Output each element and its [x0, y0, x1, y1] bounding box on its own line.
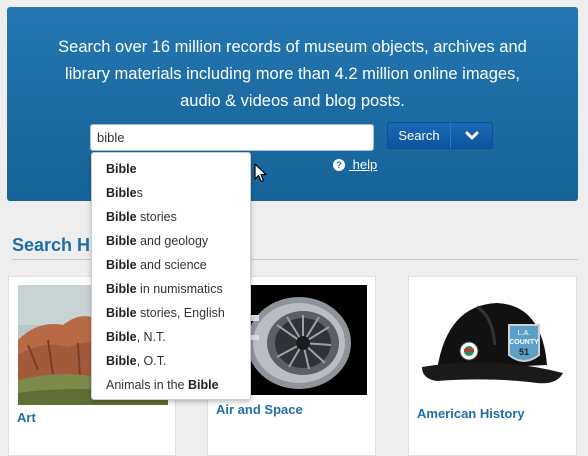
- suggestion-item[interactable]: Bible, O.T.: [92, 349, 250, 373]
- suggestion-rest: stories, English: [136, 306, 225, 320]
- search-button[interactable]: Search: [387, 122, 451, 149]
- card-label-air-and-space[interactable]: Air and Space: [216, 402, 303, 417]
- suggestion-item[interactable]: Bibles: [92, 181, 250, 205]
- search-options-button[interactable]: [450, 122, 493, 149]
- fire-helmet-image: L.A. COUNTY 51: [417, 285, 569, 397]
- suggestion-rest: stories: [136, 210, 177, 224]
- suggestion-item[interactable]: Bible and science: [92, 253, 250, 277]
- help-label: help: [349, 157, 378, 172]
- suggestion-match: Bible: [106, 162, 137, 176]
- suggestion-rest: , O.T.: [136, 354, 167, 368]
- suggestion-match: Bible: [106, 354, 137, 368]
- suggestion-rest: and science: [136, 258, 207, 272]
- mouse-cursor-icon: [254, 163, 267, 183]
- suggestion-match: Bible: [106, 210, 137, 224]
- suggestion-match: Bible: [106, 234, 137, 248]
- helmet-badge-line1: L.A.: [518, 330, 531, 337]
- hero-line-1: Search over 16 million records of museum…: [58, 38, 527, 56]
- suggestion-item[interactable]: Animals in the Bible: [92, 373, 250, 397]
- help-link[interactable]: ? help: [333, 157, 377, 172]
- suggestion-rest: , N.T.: [136, 330, 166, 344]
- suggestion-item[interactable]: Bible and geology: [92, 229, 250, 253]
- search-input[interactable]: bible: [90, 124, 374, 151]
- helmet-badge-line2: COUNTY: [509, 339, 539, 346]
- section-title: Search H: [12, 235, 91, 255]
- helmet-badge-number: 51: [519, 347, 529, 357]
- suggestion-rest: and geology: [136, 234, 209, 248]
- question-circle-icon: ?: [333, 159, 345, 171]
- suggestion-rest: s: [136, 186, 143, 200]
- jet-engine-image: [237, 285, 367, 395]
- suggestion-match: Bible: [106, 186, 137, 200]
- hero-line-2: library materials including more than 4.…: [65, 65, 520, 83]
- suggestion-item[interactable]: Bible in numismatics: [92, 277, 250, 301]
- suggestion-item[interactable]: Bible, N.T.: [92, 325, 250, 349]
- suggestion-match: Bible: [106, 330, 137, 344]
- suggestion-item[interactable]: Bible stories, English: [92, 301, 250, 325]
- suggestion-item[interactable]: Bible stories: [92, 205, 250, 229]
- suggestion-match: Bible: [187, 378, 219, 392]
- suggestion-match: Bible: [106, 258, 137, 272]
- suggestion-match: Bible: [106, 282, 137, 296]
- chevron-down-icon: [465, 131, 479, 140]
- card-american-history[interactable]: L.A. COUNTY 51 American History: [408, 276, 577, 456]
- card-label-american-history[interactable]: American History: [417, 406, 525, 421]
- suggestion-item[interactable]: Bible: [92, 157, 250, 181]
- suggestion-prefix: Animals in the: [106, 378, 188, 392]
- hero-description: Search over 16 million records of museum…: [7, 34, 578, 115]
- suggestion-match: Bible: [106, 306, 137, 320]
- autocomplete-dropdown: Bible Bibles Bible stories Bible and geo…: [91, 152, 251, 400]
- hero-line-3: audio & videos and blog posts.: [180, 92, 405, 110]
- card-label-art[interactable]: Art: [17, 410, 36, 425]
- suggestion-rest: in numismatics: [136, 282, 223, 296]
